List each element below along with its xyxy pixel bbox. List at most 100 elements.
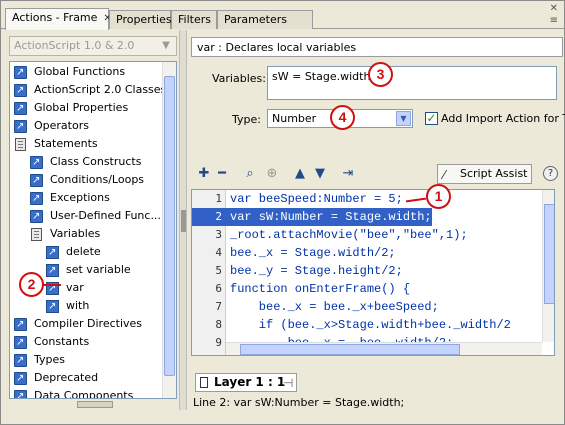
variables-input[interactable]: sW = Stage.width xyxy=(267,66,557,100)
tree-item-with[interactable]: with xyxy=(10,297,170,316)
code-line[interactable]: var beeSpeed:Number = 5; xyxy=(230,190,403,208)
code-editor[interactable]: 1 2 3 4 5 6 7 8 9 10 var beeSpeed:Number… xyxy=(191,189,555,356)
line-number: 10 xyxy=(192,352,222,355)
line-number: 4 xyxy=(215,246,222,259)
scrollbar-thumb[interactable] xyxy=(544,204,554,304)
tree-item-label: with xyxy=(66,299,90,312)
action-icon xyxy=(46,262,59,280)
script-assist-button[interactable]: ⁄ Script Assist xyxy=(437,164,532,184)
move-down-icon[interactable]: ▼ xyxy=(311,165,329,183)
category-book-icon xyxy=(14,334,27,352)
tree-item-variables[interactable]: Variables xyxy=(10,225,170,243)
code-line[interactable]: _root.attachMovie("bee","bee",1); xyxy=(230,226,468,244)
tab-filters[interactable]: Filters xyxy=(171,10,217,29)
category-book-icon xyxy=(14,100,27,118)
category-book-icon xyxy=(30,154,43,172)
find-icon[interactable]: ⌕ xyxy=(241,165,259,183)
tree-item-global-functions[interactable]: Global Functions xyxy=(10,63,170,82)
tree-item-conditions-loops[interactable]: Conditions/Loops xyxy=(10,171,170,190)
collapse-handle[interactable] xyxy=(77,401,113,408)
tree-item-class-constructs[interactable]: Class Constructs xyxy=(10,153,170,172)
category-book-icon xyxy=(30,172,43,190)
line-number: 1 xyxy=(215,192,222,205)
tab-actions-frame[interactable]: Actions - Frame ✕ xyxy=(5,8,112,30)
line-number: 3 xyxy=(215,228,222,241)
category-book-icon xyxy=(30,208,43,226)
actions-tree[interactable]: Global Functions ActionScript 2.0 Classe… xyxy=(9,61,177,399)
add-action-icon[interactable]: ✚ xyxy=(195,165,213,183)
tree-item-operators[interactable]: Operators xyxy=(10,117,170,136)
tree-item-label: Statements xyxy=(34,137,98,150)
document-icon xyxy=(200,377,208,388)
tab-parameters[interactable]: Parameters xyxy=(217,10,313,29)
tab-label: Actions - Frame xyxy=(12,11,98,24)
category-book-icon xyxy=(14,316,27,334)
variables-label: Variables: xyxy=(212,72,266,85)
tree-item-compiler-directives[interactable]: Compiler Directives xyxy=(10,315,170,334)
select-value: Number xyxy=(272,112,317,125)
tree-item-label: Compiler Directives xyxy=(34,317,143,330)
move-up-icon[interactable]: ▲ xyxy=(291,165,309,183)
line-number: 9 xyxy=(215,336,222,349)
tree-item-label: ActionScript 2.0 Classes xyxy=(34,83,167,96)
window-close-icon[interactable]: ✕ xyxy=(550,3,558,14)
actionscript-version-select[interactable]: ActionScript 1.0 & 2.0 ▼ xyxy=(9,36,177,56)
code-line[interactable]: function onEnterFrame() { xyxy=(230,280,410,298)
layer-frame-tab[interactable]: Layer 1 : 1 xyxy=(195,373,297,392)
tree-item-label: Global Functions xyxy=(34,65,126,78)
tree-scrollbar[interactable] xyxy=(162,62,176,398)
target-icon[interactable]: ⊕ xyxy=(263,165,281,183)
tab-properties[interactable]: Properties xyxy=(109,10,172,29)
action-icon xyxy=(46,298,59,316)
category-book-icon xyxy=(14,370,27,388)
tree-item-data-components[interactable]: Data Components xyxy=(10,387,170,398)
collapse-arrow-icon[interactable] xyxy=(181,210,186,232)
code-horizontal-scrollbar[interactable] xyxy=(226,342,542,355)
code-line[interactable]: bee._x = Stage.width/2; xyxy=(230,244,396,262)
tree-item-statements[interactable]: Statements xyxy=(10,135,170,153)
tree-item-label: Variables xyxy=(50,227,101,240)
remove-action-icon[interactable]: ━ xyxy=(213,165,231,183)
status-line: Line 2: var sW:Number = Stage.width; xyxy=(193,396,405,409)
tree-item-as2-classes[interactable]: ActionScript 2.0 Classes xyxy=(10,81,170,100)
scrollbar-thumb[interactable] xyxy=(240,344,460,355)
scrollbar-thumb[interactable] xyxy=(164,76,175,376)
select-value: ActionScript 1.0 & 2.0 xyxy=(14,39,135,52)
tree-item-constants[interactable]: Constants xyxy=(10,333,170,352)
line-number: 8 xyxy=(215,318,222,331)
add-import-checkbox[interactable]: ✓ xyxy=(425,112,438,125)
panel-tab-bar: Actions - Frame ✕ Properties Filters Para… xyxy=(1,1,564,30)
script-toolbar: ✚ ━ ⌕ ⊕ ▲ ▼ ⇥ ⁄ Script Assist ? xyxy=(191,161,563,187)
panel-menu-icon[interactable]: ≡ xyxy=(550,15,558,26)
tree-item-global-properties[interactable]: Global Properties xyxy=(10,99,170,118)
tree-item-label: Class Constructs xyxy=(50,155,142,168)
code-line[interactable]: bee._x = bee._x+beeSpeed; xyxy=(230,298,439,316)
code-line-selected[interactable]: var sW:Number = Stage.width; xyxy=(226,208,432,226)
actions-toolbox: ActionScript 1.0 & 2.0 ▼ Global Function… xyxy=(5,30,179,410)
tree-item-types[interactable]: Types xyxy=(10,351,170,370)
category-book-icon xyxy=(14,64,27,82)
tree-item-user-defined-functions[interactable]: User-Defined Func... xyxy=(10,207,170,226)
category-book-icon xyxy=(14,388,27,398)
panel-splitter[interactable] xyxy=(179,30,187,410)
tab-label: Parameters xyxy=(224,13,287,26)
code-line[interactable]: if (bee._x>Stage.width+bee._width/2 xyxy=(230,316,511,334)
help-icon[interactable]: ? xyxy=(543,166,558,181)
tree-item-label: set variable xyxy=(66,263,131,276)
tab-label: Properties xyxy=(116,13,172,26)
tree-item-label: Deprecated xyxy=(34,371,99,384)
code-vertical-scrollbar[interactable] xyxy=(542,190,554,342)
tree-item-exceptions[interactable]: Exceptions xyxy=(10,189,170,208)
category-book-icon xyxy=(30,190,43,208)
chevron-down-icon: ▼ xyxy=(396,111,411,126)
tree-item-deprecated[interactable]: Deprecated xyxy=(10,369,170,388)
tree-item-label: Exceptions xyxy=(50,191,110,204)
insert-target-path-icon[interactable]: ⇥ xyxy=(339,165,357,183)
tree-item-delete[interactable]: delete xyxy=(10,243,170,262)
code-line[interactable]: bee._y = Stage.height/2; xyxy=(230,262,403,280)
tree-item-label: Conditions/Loops xyxy=(50,173,145,186)
line-number: 2 xyxy=(192,208,226,226)
action-description: var : Declares local variables xyxy=(191,37,563,57)
tree-item-label: Types xyxy=(34,353,65,366)
pin-script-icon[interactable]: ⊣ xyxy=(283,376,293,390)
